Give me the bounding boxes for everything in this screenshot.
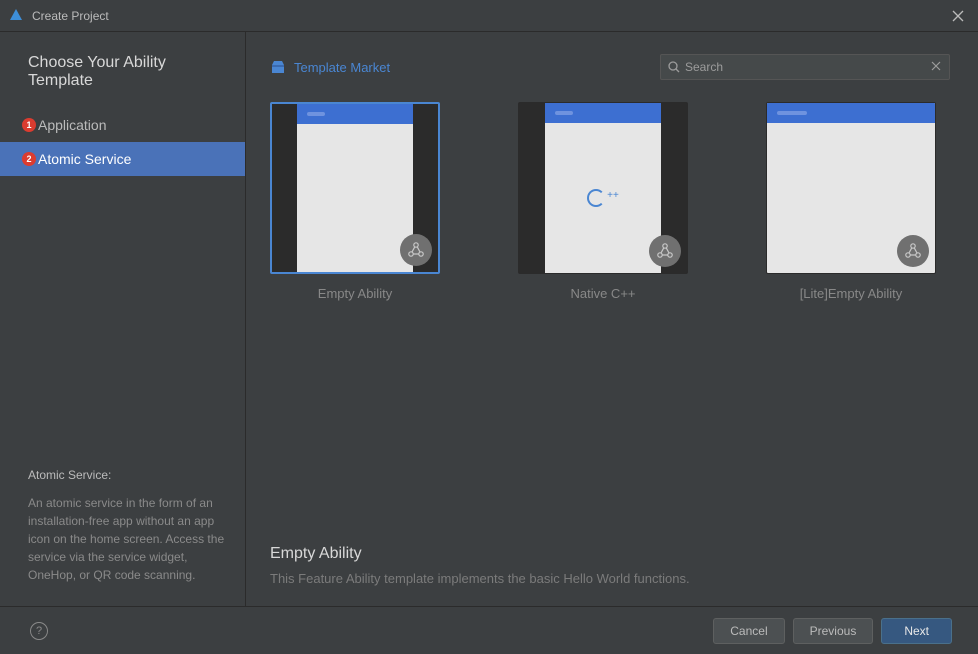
page-heading: Choose Your Ability Template: [0, 54, 245, 108]
graph-icon: [897, 235, 929, 267]
sidebar-help: Atomic Service: An atomic service in the…: [28, 466, 227, 584]
sidebar-item-atomic-service[interactable]: 2 Atomic Service: [0, 142, 245, 176]
selected-template-title: Empty Ability: [270, 545, 950, 563]
app-logo-icon: [8, 8, 24, 24]
template-preview: ++: [518, 102, 688, 274]
titlebar: Create Project: [0, 0, 978, 32]
help-icon[interactable]: ?: [30, 622, 48, 640]
template-market-label: Template Market: [294, 60, 390, 75]
template-preview: [270, 102, 440, 274]
sidebar: Choose Your Ability Template 1 Applicati…: [0, 32, 246, 606]
clear-icon[interactable]: [931, 61, 943, 73]
next-button[interactable]: Next: [881, 618, 952, 644]
template-label: Native C++: [570, 286, 635, 301]
template-label: [Lite]Empty Ability: [800, 286, 903, 301]
annotation-badge: 2: [22, 152, 36, 166]
template-market-link[interactable]: Template Market: [270, 59, 390, 75]
store-icon: [270, 59, 286, 75]
graph-icon: [400, 234, 432, 266]
template-card-lite-empty-ability[interactable]: [Lite]Empty Ability: [766, 102, 936, 301]
template-preview: [766, 102, 936, 274]
help-body: An atomic service in the form of an inst…: [28, 494, 227, 584]
selected-template-info: Empty Ability This Feature Ability templ…: [270, 545, 950, 606]
cancel-button[interactable]: Cancel: [713, 618, 784, 644]
sidebar-item-label: Atomic Service: [38, 151, 131, 167]
search-box[interactable]: [660, 54, 950, 80]
help-title: Atomic Service:: [28, 466, 227, 484]
sidebar-item-application[interactable]: 1 Application: [0, 108, 245, 142]
window-title: Create Project: [32, 9, 946, 23]
graph-icon: [649, 235, 681, 267]
selected-template-description: This Feature Ability template implements…: [270, 571, 950, 586]
previous-button[interactable]: Previous: [793, 618, 874, 644]
close-icon[interactable]: [946, 4, 970, 28]
template-card-native-cpp[interactable]: ++ Native C++: [518, 102, 688, 301]
annotation-badge: 1: [22, 118, 36, 132]
main-panel: Template Market: [246, 32, 978, 606]
search-icon: [667, 60, 681, 74]
search-input[interactable]: [685, 60, 931, 74]
footer: ? Cancel Previous Next: [0, 606, 978, 654]
cpp-icon: ++: [587, 189, 619, 207]
template-label: Empty Ability: [318, 286, 392, 301]
template-card-empty-ability[interactable]: Empty Ability: [270, 102, 440, 301]
sidebar-item-label: Application: [38, 117, 107, 133]
